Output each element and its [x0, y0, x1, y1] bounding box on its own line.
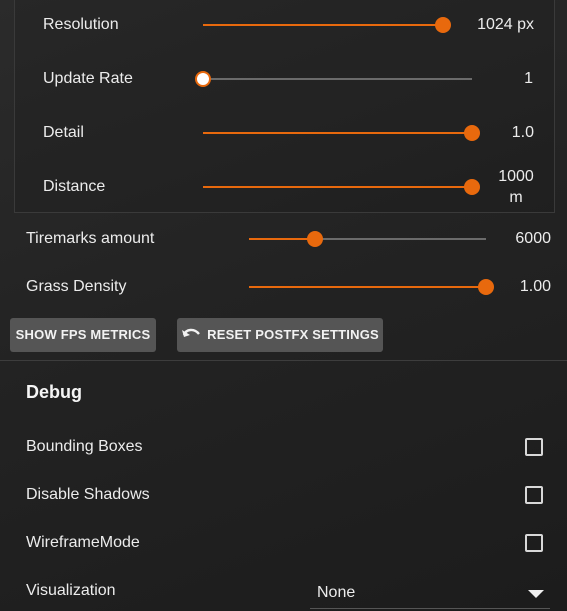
resolution-slider-thumb[interactable] [435, 17, 452, 33]
tiremarks-slider-thumb[interactable] [307, 231, 324, 247]
reset-postfx-settings-label: RESET POSTFX SETTINGS [207, 327, 379, 342]
update-rate-value: 1 [524, 70, 533, 87]
debug-section-title: Debug [26, 382, 82, 402]
grass-density-slider-fill [249, 286, 486, 288]
distance-value-unit: m [509, 189, 523, 206]
caret-down-icon [528, 590, 544, 598]
detail-label: Detail [43, 124, 84, 141]
detail-slider-fill [203, 132, 472, 134]
grass-density-slider-thumb[interactable] [478, 279, 494, 295]
bounding-boxes-label: Bounding Boxes [26, 438, 143, 455]
visualization-selected-value: None [317, 584, 356, 601]
tiremarks-label: Tiremarks amount [26, 230, 155, 247]
tiremarks-slider-fill [249, 238, 316, 240]
show-fps-metrics-label: SHOW FPS METRICS [15, 327, 151, 342]
tiremarks-value: 6000 [515, 230, 551, 247]
distance-value-number: 1000 [498, 168, 534, 185]
wireframe-mode-checkbox[interactable] [525, 534, 543, 552]
distance-slider-fill [203, 186, 472, 188]
resolution-slider-fill [203, 24, 444, 26]
grass-density-label: Grass Density [26, 278, 127, 295]
distance-slider[interactable] [203, 179, 480, 195]
disable-shadows-label: Disable Shadows [26, 486, 150, 503]
section-divider [0, 360, 567, 361]
visualization-dropdown[interactable]: None [310, 578, 550, 609]
resolution-label: Resolution [43, 16, 119, 33]
show-fps-metrics-button[interactable]: SHOW FPS METRICS [10, 318, 156, 352]
distance-slider-thumb[interactable] [464, 179, 480, 195]
bounding-boxes-checkbox[interactable] [525, 438, 543, 456]
distance-label: Distance [43, 178, 106, 195]
resolution-value: 1024 px [477, 16, 534, 33]
settings-panel: Resolution 1024 px Update Rate 1 Detail … [0, 0, 567, 611]
disable-shadows-checkbox[interactable] [525, 486, 543, 504]
tiremarks-slider[interactable] [249, 231, 486, 247]
detail-value: 1.0 [511, 124, 534, 141]
visualization-label: Visualization [26, 582, 116, 599]
update-rate-slider-thumb[interactable] [195, 71, 211, 87]
update-rate-label: Update Rate [43, 70, 133, 87]
detail-slider-thumb[interactable] [464, 125, 480, 141]
detail-slider[interactable] [203, 125, 480, 141]
undo-arrow-icon [181, 319, 201, 353]
wireframe-mode-label: WireframeMode [26, 534, 140, 551]
resolution-slider[interactable] [203, 17, 452, 33]
distance-value: 1000 m [491, 166, 541, 208]
grass-density-slider[interactable] [249, 279, 494, 295]
grass-density-value: 1.00 [519, 278, 551, 295]
update-rate-slider[interactable] [195, 71, 472, 87]
reset-postfx-settings-button[interactable]: RESET POSTFX SETTINGS [177, 318, 383, 352]
